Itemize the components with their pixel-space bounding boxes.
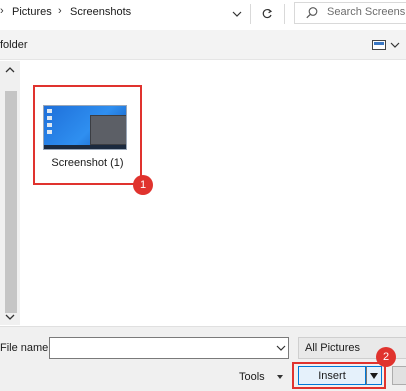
breadcrumb-screenshots[interactable]: Screenshots bbox=[70, 6, 131, 18]
breadcrumb-separator: › bbox=[58, 5, 62, 17]
cancel-button[interactable] bbox=[392, 366, 406, 385]
view-icon bbox=[372, 40, 386, 50]
file-type-value: All Pictures bbox=[305, 342, 361, 354]
file-name-field[interactable] bbox=[49, 337, 289, 359]
file-thumbnail bbox=[43, 105, 127, 150]
breadcrumb-pictures[interactable]: Pictures bbox=[12, 6, 52, 18]
search-placeholder: Search Screensh bbox=[327, 6, 406, 18]
address-dropdown-button[interactable] bbox=[226, 4, 248, 24]
file-item-screenshot[interactable]: Screenshot (1) bbox=[33, 85, 142, 185]
step-badge-2: 2 bbox=[376, 347, 396, 367]
chevron-down-icon[interactable] bbox=[274, 341, 288, 355]
dialog-footer: File name: All Pictures Tools Insert bbox=[0, 326, 406, 391]
insert-button[interactable]: Insert bbox=[298, 366, 366, 385]
insert-options-button[interactable] bbox=[366, 366, 382, 385]
refresh-button[interactable] bbox=[256, 4, 278, 24]
command-toolbar: folder bbox=[0, 30, 406, 60]
breadcrumb-separator: › bbox=[0, 5, 4, 17]
file-name-label: File name: bbox=[0, 342, 52, 354]
change-view-button[interactable] bbox=[372, 38, 402, 52]
step-badge-1: 1 bbox=[133, 175, 153, 195]
chevron-down-icon bbox=[370, 372, 378, 379]
tools-label: Tools bbox=[239, 371, 265, 383]
scroll-up-icon[interactable] bbox=[4, 64, 16, 76]
refresh-icon bbox=[262, 8, 273, 19]
file-list: Screenshot (1) bbox=[21, 61, 406, 325]
tools-button[interactable]: Tools bbox=[236, 367, 292, 387]
new-folder-button[interactable]: folder bbox=[0, 39, 28, 51]
toolbar-divider bbox=[284, 4, 285, 24]
address-bar: › Pictures › Screenshots Search Screensh bbox=[0, 0, 406, 28]
chevron-down-icon bbox=[390, 42, 400, 48]
scroll-down-icon[interactable] bbox=[4, 311, 16, 323]
file-name-label: Screenshot (1) bbox=[51, 157, 124, 169]
search-icon bbox=[306, 7, 318, 19]
navigation-pane-scrollbar[interactable] bbox=[0, 61, 20, 325]
chevron-down-icon bbox=[276, 375, 283, 379]
toolbar-divider bbox=[250, 4, 251, 24]
chevron-down-icon bbox=[232, 11, 242, 17]
scrollbar-thumb[interactable] bbox=[5, 91, 17, 313]
search-input[interactable]: Search Screensh bbox=[294, 2, 406, 24]
